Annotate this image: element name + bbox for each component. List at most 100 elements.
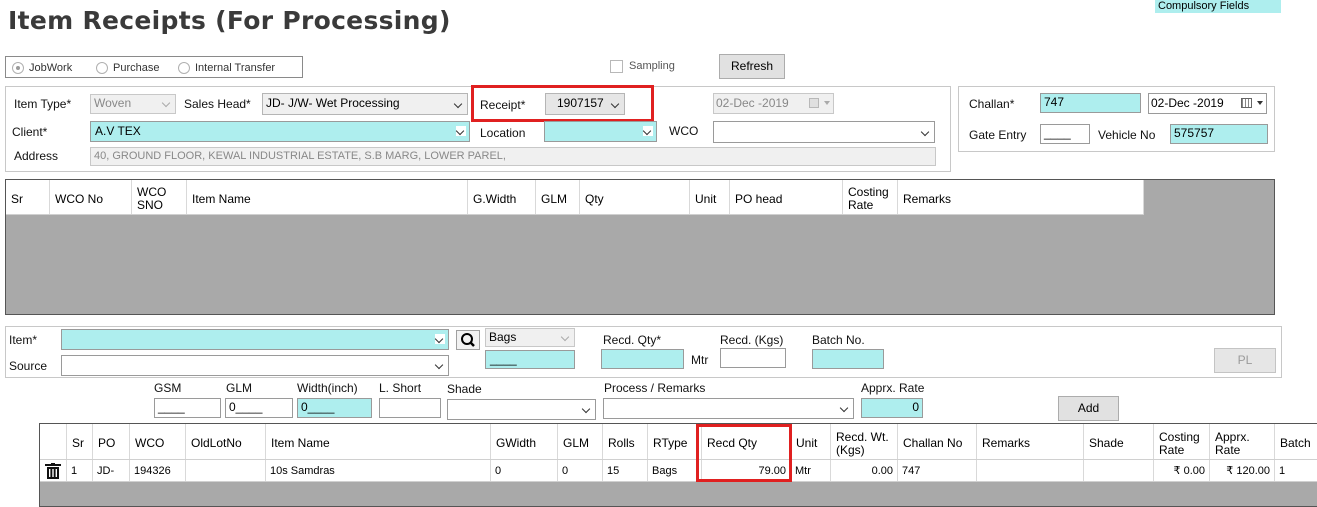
location-select[interactable] [544,121,657,142]
chevron-down-icon [840,403,850,413]
radio-internal-transfer[interactable]: Internal Transfer [178,61,275,75]
gsm-input[interactable]: ____ [154,398,221,418]
column-header: Remarks [977,424,1084,459]
column-header: GLM [558,424,603,459]
cell-sr: 1 [67,460,93,481]
address-label: Address [14,149,59,163]
item-type-select[interactable]: Woven [90,94,176,114]
column-header: Apprx. Rate [1210,424,1275,459]
challan-date-value: 02-Dec -2019 [1151,96,1224,110]
location-label: Location [480,126,526,140]
wco-grid-header: Sr WCO No WCO SNO Item Name G.Width GLM … [6,180,1144,215]
unit-value: Bags [489,330,517,344]
column-header: WCO [130,424,186,459]
cell-unit: Mtr [791,460,831,481]
gsm-value: ____ [158,400,185,414]
column-header: RType [648,424,702,459]
column-header: Item Name [187,180,468,214]
radio-unselected-icon [178,62,190,74]
recd-kgs-label: Recd. (Kgs) [720,333,784,347]
column-header: GWidth [491,424,558,459]
apprx-rate-input[interactable]: 0 [861,398,923,418]
bags-qty-input[interactable]: ____ [485,350,575,369]
cell-shade[interactable] [1084,460,1154,481]
glm-label: GLM [226,381,253,395]
items-grid-header: Sr PO WCO OldLotNo Item Name GWidth GLM … [40,424,1317,460]
address-field[interactable]: 40, GROUND FLOOR, KEWAL INDUSTRIAL ESTAT… [90,147,936,166]
wco-select[interactable] [713,121,935,143]
recd-qty-highlight [696,424,792,482]
cell-rolls: 15 [603,460,648,481]
column-header: PO head [730,180,843,214]
chevron-down-icon [921,127,931,137]
column-header: Batch [1280,436,1311,450]
item-select[interactable] [61,329,449,350]
receipt-date-value: 02-Dec -2019 [716,96,789,110]
column-header: Costing Rate [843,180,898,214]
address-value: 40, GROUND FLOOR, KEWAL INDUSTRIAL ESTAT… [94,150,506,162]
l-short-input[interactable] [379,398,441,418]
recd-qty-input[interactable] [601,349,684,369]
receipt-no-select[interactable]: 1907157 [545,93,625,115]
column-header: Sr [67,424,93,459]
batch-no-input[interactable] [812,349,884,369]
recd-qty-label: Recd. Qty* [603,333,662,347]
table-row[interactable]: 1 JD- 194326 10s Samdras 0 0 15 Bags 79.… [40,460,1317,482]
column-header: Challan No [898,424,977,459]
radio-jobwork[interactable]: JobWork [12,61,72,75]
gate-entry-value: ____ [1044,126,1071,140]
chevron-down-icon [561,332,571,342]
column-header: Unit [791,424,831,459]
refresh-button[interactable]: Refresh [719,54,785,79]
radio-internal-transfer-label: Internal Transfer [195,62,276,74]
chevron-down-icon [643,126,653,136]
chevron-down-icon [162,98,172,108]
radio-purchase[interactable]: Purchase [96,61,159,75]
chevron-down-icon [435,360,445,370]
source-label: Source [9,359,48,373]
receipt-type-group: JobWork Purchase Internal Transfer [5,56,303,78]
receipt-date-picker[interactable]: 02-Dec -2019 [713,93,834,114]
gate-entry-label: Gate Entry [969,128,1027,142]
wco-grid[interactable]: Sr WCO No WCO SNO Item Name G.Width GLM … [5,179,1275,315]
chevron-down-icon [456,126,466,136]
challan-label: Challan* [969,97,1015,111]
cell-remarks[interactable] [977,460,1084,481]
items-grid[interactable]: Sr PO WCO OldLotNo Item Name GWidth GLM … [39,423,1317,507]
challan-input[interactable]: 747 [1040,93,1141,113]
challan-value: 747 [1044,95,1065,109]
client-select[interactable]: A.V TEX [90,121,470,142]
calendar-icon [809,98,819,108]
cell-wco: 194326 [130,460,186,481]
cell-oldlotno [186,460,266,481]
apprx-rate-value: 0 [912,400,919,414]
gate-entry-input[interactable]: ____ [1040,124,1090,144]
radio-unselected-icon [96,62,108,74]
compulsory-fields-legend: Compulsory Fields [1155,0,1281,13]
radio-selected-icon [12,62,24,74]
l-short-label: L. Short [379,381,422,395]
recd-kgs-input[interactable] [720,348,786,368]
glm-input[interactable]: 0____ [225,398,293,418]
sales-head-select[interactable]: JD- J/W- Wet Processing [262,93,468,115]
shade-select[interactable] [447,399,596,420]
cell-recd-wt[interactable]: 0.00 [831,460,898,481]
source-select[interactable] [61,355,449,376]
width-input[interactable]: 0____ [297,398,372,418]
challan-date-picker[interactable]: 02-Dec -2019 [1148,93,1267,114]
radio-jobwork-label: JobWork [29,62,73,74]
sampling-checkbox[interactable] [610,60,623,73]
item-search-button[interactable] [456,330,480,350]
pl-button[interactable]: PL [1214,348,1276,373]
process-remarks-select[interactable] [603,398,854,419]
unit-select[interactable]: Bags [485,328,575,347]
vehicle-no-input[interactable]: 575757 [1170,124,1268,144]
column-header: PO [93,424,130,459]
receipt-label: Receipt* [480,98,526,112]
gsm-label: GSM [154,381,182,395]
chevron-down-icon [611,99,621,109]
delete-row-button[interactable] [40,460,67,481]
vehicle-no-value: 575757 [1174,126,1215,140]
item-label: Item* [9,333,38,347]
add-button[interactable]: Add [1058,396,1119,421]
